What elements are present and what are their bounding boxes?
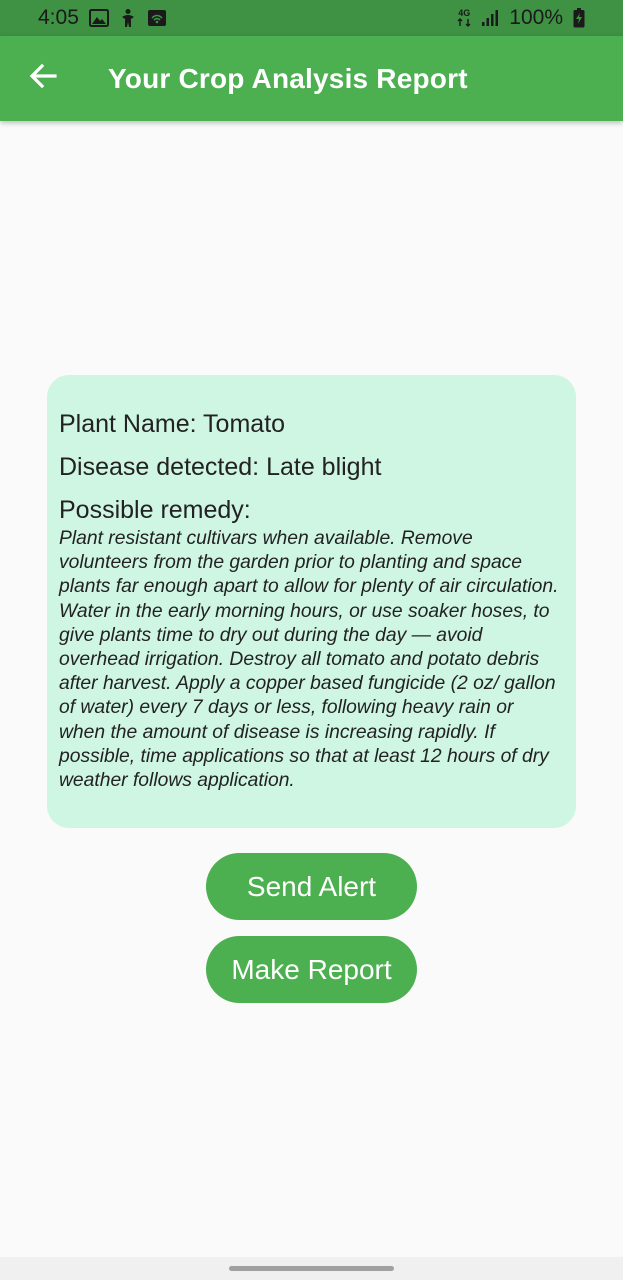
network-arrows-icon: 4G [457, 9, 471, 27]
navigation-bar [0, 1257, 623, 1280]
status-bar-right: 4G 100% [457, 6, 585, 30]
home-gesture-handle[interactable] [229, 1266, 394, 1271]
disease-detected-text: Disease detected: Late blight [59, 453, 382, 481]
page-title: Your Crop Analysis Report [108, 62, 468, 94]
status-bar: 4:05 4G 100% [0, 0, 623, 36]
send-alert-button[interactable]: Send Alert [206, 853, 417, 920]
status-time: 4:05 [38, 6, 79, 29]
arrow-back-icon [29, 62, 57, 95]
accessibility-icon [119, 8, 137, 28]
back-button[interactable] [26, 62, 60, 96]
battery-percentage: 100% [509, 6, 563, 29]
remedy-heading: Possible remedy: [59, 496, 251, 524]
analysis-result-card: Plant Name: Tomato Disease detected: Lat… [47, 375, 576, 828]
battery-charging-icon [573, 8, 585, 28]
signal-icon [481, 9, 499, 27]
plant-name-text: Plant Name: Tomato [59, 410, 286, 438]
app-bar: Your Crop Analysis Report [0, 36, 623, 121]
make-report-button[interactable]: Make Report [206, 936, 417, 1003]
wifi-hotspot-icon [147, 9, 167, 27]
image-icon [88, 9, 109, 27]
status-bar-left: 4:05 [38, 6, 167, 30]
network-type-label: 4G [458, 8, 471, 18]
remedy-text: Plant resistant cultivars when available… [59, 528, 559, 792]
